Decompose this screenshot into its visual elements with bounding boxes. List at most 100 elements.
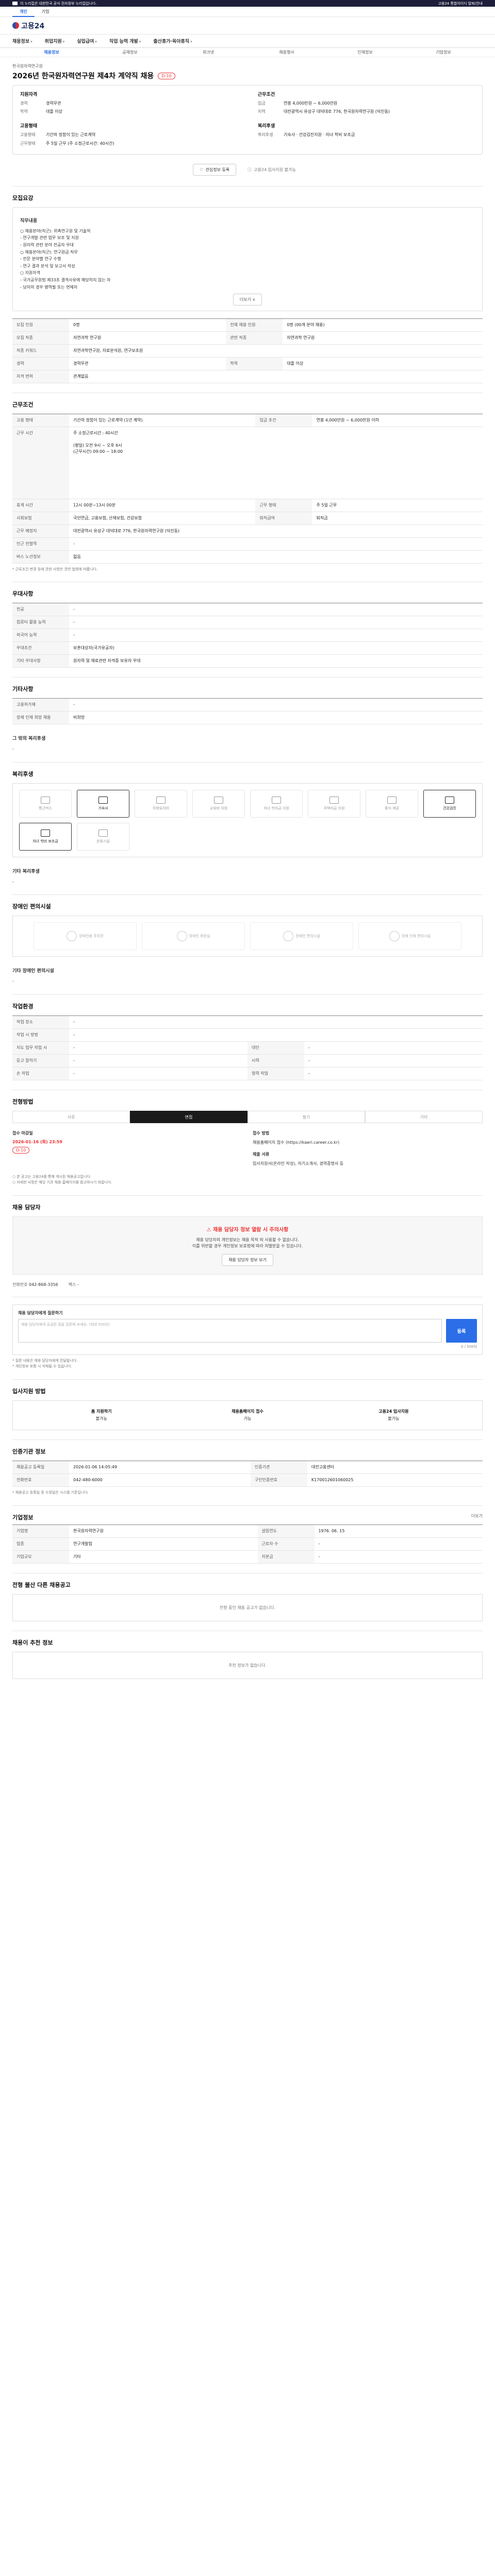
- job-description-box: 직무내용 ○ 채용분야(직군): 위촉연구원 및 기술직 - 연구개발 관련 업…: [12, 207, 483, 312]
- welfare-tile: 건강검진: [423, 789, 476, 818]
- step-interview: 면접: [130, 1111, 248, 1124]
- section-title: 장애인 편의시설: [12, 903, 51, 910]
- nav-item-support[interactable]: 취업지원 ▾: [45, 38, 65, 44]
- summary-qualification: 지원자격 경력 경력무관 학력 대졸 이상: [20, 92, 62, 114]
- submit-question-button[interactable]: 등록: [446, 1319, 477, 1343]
- car-icon: [156, 796, 166, 804]
- dday-badge: D-10: [158, 72, 175, 79]
- preferences-section: 우대사항 전공 - 컴퓨터 활용 능력 - 외국어 능력 - 우대조건 보훈대상자(국가…: [12, 582, 483, 677]
- nav-item-training[interactable]: 직업 능력 개발 ▾: [109, 38, 141, 44]
- subnav-item[interactable]: 채용행사: [248, 49, 326, 55]
- section-title: 채용 담당자: [12, 1204, 41, 1211]
- caution-title: ⚠ 채용 담당자 정보 열람 시 주의사항: [206, 1227, 289, 1233]
- scholarship-icon: [41, 829, 50, 837]
- apply-method: 고용24 입사지원 불가능: [378, 1409, 409, 1421]
- contact-section: 채용 담당자 ⚠ 채용 담당자 정보 열람 시 주의사항 채용 담당자의 개인정…: [12, 1195, 483, 1297]
- meal-icon: [387, 796, 397, 804]
- chevron-down-icon: ▾: [139, 40, 141, 44]
- subnav-item[interactable]: 채용정보: [12, 49, 91, 55]
- summary-conditions: 근무조건 임금 연봉 4,000만원 ~ 6,000만원 지역 대전광역시 유성구 …: [258, 92, 390, 114]
- site-logo[interactable]: 고용24: [12, 21, 44, 31]
- tab-company[interactable]: 기업: [35, 7, 57, 17]
- parking-icon: [67, 931, 77, 942]
- nav-item-jobs[interactable]: 채용정보 ▾: [12, 38, 32, 44]
- apply-method: 채용홈페이지 접수 가능: [232, 1409, 263, 1421]
- etc-table: 고용허가제 - 장애 인재 희망 채용 비희망: [12, 698, 483, 725]
- summary-welfare: 복리후생 복리후생 기숙사 · 건강검진지원 · 자녀 학비 보조금: [258, 124, 355, 138]
- dorm-icon: [98, 796, 108, 804]
- recommend-section: 채용이 추천 정보 추천 정보가 없습니다.: [12, 1630, 483, 1688]
- conditions-section: 근무조건 고용 형태 기간의 정함이 있는 근로계약 (1년 계약) 임금 조건 연봉…: [12, 393, 483, 582]
- peer-jobs-section: 전형 불산 다른 채용공고 전형 중인 채용 공고가 없습니다.: [12, 1572, 483, 1631]
- nav-item-leave[interactable]: 출산휴가·육아휴직 ▾: [153, 38, 192, 44]
- section-title: 기타사항: [12, 686, 34, 693]
- recruit-section: 모집요강 직무내용 ○ 채용분야(직군): 위촉연구원 및 기술직 - 연구개발…: [12, 185, 483, 393]
- toilet-icon: [176, 931, 187, 942]
- qa-box: 채용 담당자에게 질문하기 채용 담당자에게 궁금한 점을 질문해 보세요. (…: [12, 1304, 483, 1355]
- method-block: 접수 방법 채용홈페이지 접수 (https://kaeri.career.co…: [253, 1130, 483, 1167]
- site-header: 고용24: [0, 17, 495, 35]
- process-steps: 서류 면접 필기 기타: [12, 1111, 483, 1124]
- subnav-item[interactable]: 기업정보: [404, 49, 483, 55]
- contact-fax: -: [77, 1282, 79, 1287]
- dday-badge: D-10: [12, 1147, 30, 1154]
- apply-section: 입사지원 방법 홈 지원하기 불가능 채용홈페이지 접수 가능 고용24 입사지원 불…: [12, 1379, 483, 1440]
- process-section: 전형방법 서류 면접 필기 기타 접수 마감일 2026-01-16 (화) 2…: [12, 1090, 483, 1195]
- nav-item-benefits[interactable]: 실업급여 ▾: [77, 38, 97, 44]
- flag-icon: [12, 2, 18, 5]
- topbar-right-link[interactable]: 고용24 통합아이디 탈퇴/안내: [438, 1, 483, 6]
- conditions-table: 고용 형태 기간의 정함이 있는 근로계약 (1년 계약) 임금 조건 연봉 4,00…: [12, 414, 483, 564]
- job-description: ○ 채용분야(직군): 위촉연구원 및 기술직 - 연구개발 관련 업무 보조 …: [20, 228, 111, 290]
- section-title: 전형 불산 다른 채용공고: [12, 1581, 71, 1588]
- apply-methods: 홈 지원하기 불가능 채용홈페이지 접수 가능 고용24 입사지원 불가능: [12, 1400, 483, 1431]
- step-documents: 서류: [12, 1111, 130, 1124]
- question-input[interactable]: 채용 담당자에게 궁금한 점을 질문해 보세요. (최대 500자): [18, 1319, 442, 1343]
- wheelchair-icon: [283, 931, 294, 942]
- caution-box: ⚠ 채용 담당자 정보 열람 시 주의사항 채용 담당자의 개인정보는 채용 목…: [12, 1216, 483, 1275]
- preferences-table: 전공 - 컴퓨터 활용 능력 - 외국어 능력 - 우대조건 보훈대상자(국가유공자) …: [12, 603, 483, 668]
- welfare-grid: 통근버스 기숙사 차량유지비 교육비 지원 자녀 학자금 지원 주택자금 지원 …: [12, 783, 483, 857]
- subnav-item[interactable]: 인재정보: [326, 49, 404, 55]
- workenv-table: 작업 장소 - 작업 시 방법 - 지도 업무 작업 시 - 대인 - 듣고 말하기 - 시력…: [12, 1015, 483, 1081]
- step-other: 기타: [365, 1111, 483, 1124]
- apply-url[interactable]: 채용홈페이지 접수 (https://kaeri.career.co.kr): [253, 1139, 483, 1146]
- subnav-item[interactable]: 공채정보: [91, 49, 169, 55]
- section-title: 입사지원 방법: [12, 1387, 46, 1395]
- heart-icon: ♡: [200, 167, 204, 172]
- welfare-section: 복리후생 통근버스 기숙사 차량유지비 교육비 지원 자녀 학자금 지원 주택자…: [12, 761, 483, 895]
- logo-icon: [12, 22, 19, 29]
- job-summary: 지원자격 경력 경력무관 학력 대졸 이상 근무조건 임금 연봉 4,000만원 ~ …: [12, 85, 483, 155]
- chevron-down-icon: ▾: [95, 40, 97, 44]
- company-name[interactable]: 한국원자력연구원: [12, 63, 483, 69]
- apply-unavailable-button[interactable]: ⓘ 고용24 입사지원 불가능: [241, 163, 302, 176]
- workenv-section: 작업환경 작업 장소 - 작업 시 방법 - 지도 업무 작업 시 - 대인 - 듣고 말…: [12, 994, 483, 1090]
- welfare-tile: 교육비 지원: [192, 789, 245, 818]
- accessibility-icon: [389, 931, 400, 942]
- welfare-tile: 차량유지비: [135, 789, 187, 818]
- section-title: 근무조건: [12, 401, 34, 409]
- job-header: 한국원자력연구원 2026년 한국원자력연구원 제4차 계약직 채용 D-10: [12, 57, 483, 85]
- warning-icon: ⚠: [206, 1227, 213, 1233]
- show-contact-button[interactable]: 채용 담당자 정보 보기: [222, 1254, 273, 1266]
- disability-grid: 장애인용 주차장 장애인 화장실 장애인 편의시설 장애 인재 편의시설: [12, 916, 483, 957]
- agency-section: 인증기관 정보 채용공고 등록일 2026-01-06 14:05:49 인증기관 대…: [12, 1439, 483, 1505]
- section-title: 모집요강: [12, 194, 34, 201]
- company-more-link[interactable]: 더보기: [471, 1513, 483, 1521]
- subnav-item[interactable]: 워크넷: [169, 49, 248, 55]
- empty-state: 추천 정보가 없습니다.: [12, 1651, 483, 1679]
- facility-item: 장애인 편의시설: [250, 922, 353, 951]
- tab-individual[interactable]: 개인: [12, 7, 35, 17]
- section-title: 작업환경: [12, 1003, 34, 1010]
- user-type-tabs: 개인 기업: [0, 7, 495, 17]
- deadline-block: 접수 마감일 2026-01-16 (화) 23:59 D-10: [12, 1130, 242, 1167]
- welfare-tile: 기숙사: [77, 789, 129, 818]
- welfare-tile: 중식 제공: [366, 789, 418, 818]
- qa-section: 채용 담당자에게 질문하기 채용 담당자에게 궁금한 점을 질문해 보세요. (…: [12, 1297, 483, 1379]
- disability-section: 장애인 편의시설 장애인용 주차장 장애인 화장실 장애인 편의시설 장애 인재…: [12, 894, 483, 994]
- welfare-tile: 통근버스: [19, 789, 72, 818]
- company-table: 기업명 한국원자력연구원 설립연도 1976. 06. 15 업종 연구개발업 근로자 수…: [12, 1524, 483, 1564]
- more-button[interactable]: 더보기 ∨: [233, 294, 262, 306]
- gov-notice: 이 누리집은 대한민국 공식 전자정부 누리집입니다.: [20, 1, 97, 6]
- empty-state: 전형 중인 채용 공고가 없습니다.: [12, 1594, 483, 1621]
- save-interest-button[interactable]: ♡ 관심정보 등록: [193, 163, 237, 176]
